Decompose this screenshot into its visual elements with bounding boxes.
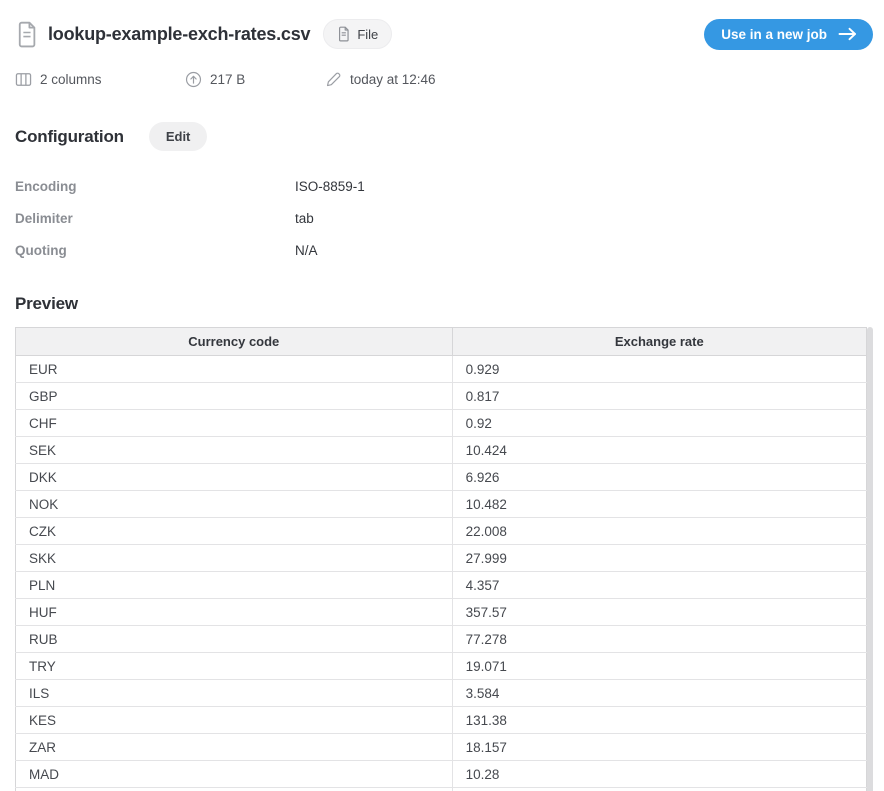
exchange-rate-cell: 18.157 [452, 734, 866, 761]
table-row: NOK 10.482 [16, 491, 867, 518]
currency-code-cell: MAD [16, 761, 453, 788]
table-row: SEK 10.424 [16, 437, 867, 464]
exchange-rate-cell: 0.92 [452, 410, 866, 437]
table-columns-icon [15, 71, 32, 88]
meta-file-size: 217 B [185, 71, 325, 88]
exchange-rate-cell: 10.482 [452, 491, 866, 518]
exchange-rate-cell: 0.929 [452, 356, 866, 383]
table-scrollbar[interactable] [867, 327, 873, 791]
exchange-rate-cell: 19.071 [452, 653, 866, 680]
file-meta-row: 2 columns 217 B today at 12:46 [15, 71, 873, 88]
exchange-rate-cell: 357.57 [452, 599, 866, 626]
edit-configuration-button[interactable]: Edit [149, 122, 208, 151]
use-in-new-job-label: Use in a new job [721, 27, 827, 42]
configuration-row: Delimiter tab [15, 202, 873, 234]
table-row: EUR 0.929 [16, 356, 867, 383]
exchange-rate-cell: 4.357 [452, 572, 866, 599]
pencil-icon [325, 71, 342, 88]
currency-code-cell: PLN [16, 572, 453, 599]
table-row: ILS 3.584 [16, 680, 867, 707]
currency-code-cell: CHF [16, 410, 453, 437]
table-row: MAD 10.28 [16, 761, 867, 788]
table-row: TRY 19.071 [16, 653, 867, 680]
table-row-partial [16, 788, 867, 791]
file-type-badge: File [323, 19, 392, 49]
currency-code-cell: ILS [16, 680, 453, 707]
file-type-badge-label: File [357, 27, 378, 42]
currency-code-cell: EUR [16, 356, 453, 383]
file-icon [337, 26, 350, 42]
exchange-rate-cell: 131.38 [452, 707, 866, 734]
table-row: SKK 27.999 [16, 545, 867, 572]
configuration-section-header: Configuration Edit [15, 122, 873, 151]
configuration-label: Encoding [15, 179, 295, 194]
page-header: lookup-example-exch-rates.csv File Use i… [15, 0, 873, 50]
currency-code-cell: CZK [16, 518, 453, 545]
exchange-rate-cell: 22.008 [452, 518, 866, 545]
preview-section-header: Preview [15, 294, 873, 314]
meta-columns-label: 2 columns [40, 72, 102, 87]
meta-file-size-label: 217 B [210, 72, 245, 87]
exchange-rate-cell: 77.278 [452, 626, 866, 653]
currency-code-cell: DKK [16, 464, 453, 491]
meta-last-modified-label: today at 12:46 [350, 72, 436, 87]
configuration-label: Delimiter [15, 211, 295, 226]
configuration-label: Quoting [15, 243, 295, 258]
table-row: HUF 357.57 [16, 599, 867, 626]
arrow-right-icon [838, 27, 857, 41]
currency-code-cell: HUF [16, 599, 453, 626]
configuration-value: N/A [295, 243, 318, 258]
exchange-rate-cell: 27.999 [452, 545, 866, 572]
table-row: KES 131.38 [16, 707, 867, 734]
table-row: GBP 0.817 [16, 383, 867, 410]
column-header-currency-code: Currency code [16, 328, 453, 356]
preview-heading: Preview [15, 294, 78, 314]
page-title: lookup-example-exch-rates.csv [48, 24, 310, 45]
meta-last-modified: today at 12:46 [325, 71, 436, 88]
configuration-row: Quoting N/A [15, 234, 873, 266]
preview-table-container: Currency code Exchange rate EUR 0.929 GB… [15, 327, 873, 791]
table-row: DKK 6.926 [16, 464, 867, 491]
file-icon [15, 21, 38, 48]
currency-code-cell: ZAR [16, 734, 453, 761]
preview-table: Currency code Exchange rate EUR 0.929 GB… [15, 327, 867, 791]
use-in-new-job-button[interactable]: Use in a new job [704, 19, 873, 50]
table-row: CZK 22.008 [16, 518, 867, 545]
exchange-rate-cell: 10.424 [452, 437, 866, 464]
column-header-exchange-rate: Exchange rate [452, 328, 866, 356]
currency-code-cell: SEK [16, 437, 453, 464]
currency-code-cell: SKK [16, 545, 453, 572]
table-row: RUB 77.278 [16, 626, 867, 653]
file-details-page: lookup-example-exch-rates.csv File Use i… [0, 0, 884, 791]
exchange-rate-cell: 3.584 [452, 680, 866, 707]
configuration-value: ISO-8859-1 [295, 179, 365, 194]
currency-code-cell: TRY [16, 653, 453, 680]
currency-code-cell: KES [16, 707, 453, 734]
table-row: CHF 0.92 [16, 410, 867, 437]
currency-code-cell: NOK [16, 491, 453, 518]
configuration-row: Encoding ISO-8859-1 [15, 170, 873, 202]
table-body: EUR 0.929 GBP 0.817 CHF 0.92 SEK [16, 356, 867, 788]
currency-code-cell: GBP [16, 383, 453, 410]
configuration-value: tab [295, 211, 314, 226]
meta-columns: 2 columns [15, 71, 185, 88]
configuration-settings: Encoding ISO-8859-1 Delimiter tab Quotin… [15, 170, 873, 266]
configuration-heading: Configuration [15, 127, 124, 147]
upload-circle-icon [185, 71, 202, 88]
exchange-rate-cell: 6.926 [452, 464, 866, 491]
currency-code-cell: RUB [16, 626, 453, 653]
table-row: ZAR 18.157 [16, 734, 867, 761]
exchange-rate-cell: 0.817 [452, 383, 866, 410]
exchange-rate-cell: 10.28 [452, 761, 866, 788]
table-header-row: Currency code Exchange rate [16, 328, 867, 356]
table-row: PLN 4.357 [16, 572, 867, 599]
